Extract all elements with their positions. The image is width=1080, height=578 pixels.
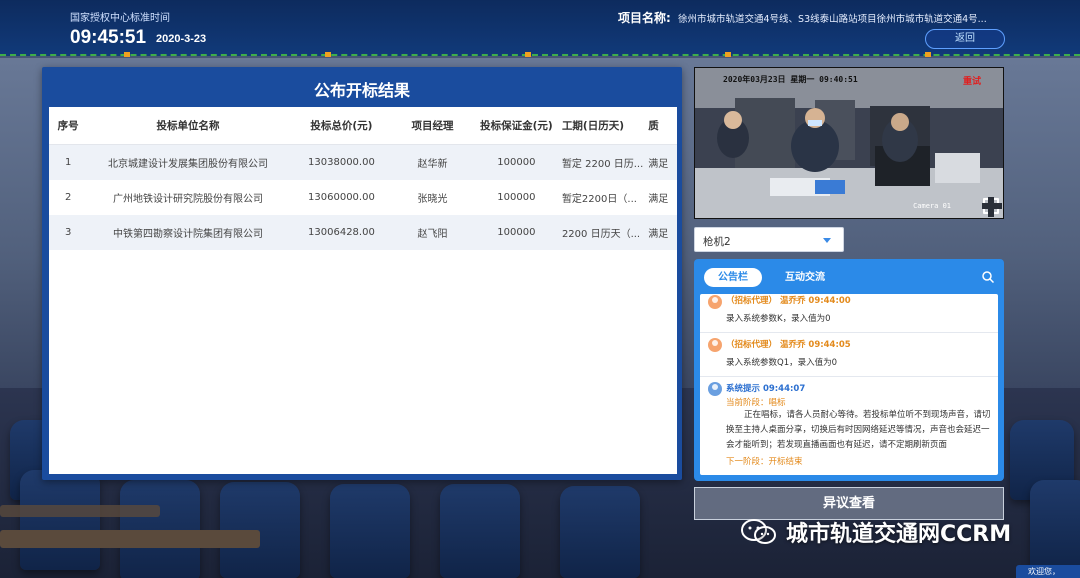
chevron-down-icon [823, 238, 831, 243]
cell-index: 2 [64, 192, 72, 203]
camera-select-value: 枪机2 [703, 236, 731, 248]
col-header-bidder: 投标单位名称 [156, 120, 220, 132]
list-item: （招标代理） 温乔乔 09:44:05 录入系统参数Q1，录入值为0 [700, 333, 998, 377]
system-notice-text: 正在唱标，请各人员耐心等待。若投标单位听不到现场声音，请切换至主持人桌面分享，切… [726, 410, 991, 450]
col-header-price: 投标总价(元) [310, 120, 373, 132]
cell-deposit: 100000 [497, 192, 536, 203]
col-header-quality: 质 [648, 120, 659, 132]
divider-marker [325, 52, 331, 57]
cell-bidder: 广州地铁设计研究院股份有限公司 [113, 194, 264, 205]
cell-price: 13006428.00 [308, 227, 375, 238]
message-text: 录入系统参数K，录入值为0 [726, 314, 831, 324]
live-video-feed[interactable]: 2020年03月23日 星期一 09:40:51 重试 Camera 01 [694, 67, 1004, 219]
clock-date: 2020-3-23 [156, 33, 207, 45]
col-header-deposit: 投标保证金(元) [480, 120, 553, 132]
current-stage: 当前阶段：唱标 [726, 398, 786, 408]
top-header: 国家授权中心标准时间 09:45:51 2020-3-23 项目名称: 徐州市城… [0, 0, 1080, 57]
back-button[interactable]: 返回 [925, 29, 1005, 49]
table-row: 1 北京城建设计发展集团股份有限公司 13038000.00 赵华新 10000… [49, 145, 677, 180]
cell-manager: 张晓光 [417, 194, 448, 205]
message-text: 录入系统参数Q1，录入值为0 [726, 358, 838, 368]
col-header-index: 序号 [57, 120, 79, 132]
header-divider [0, 54, 1080, 57]
divider-marker [525, 52, 531, 57]
cell-bidder: 中铁第四勘察设计院集团有限公司 [113, 229, 264, 240]
camera-select[interactable]: 枪机2 [694, 227, 844, 252]
project-name-value: 徐州市城市轨道交通4号线、S3线泰山路站项目徐州市城市轨道交通4号... [678, 14, 987, 25]
watermark-text: 城市轨道交通网CCRM [786, 522, 1012, 547]
table-header: 序号 投标单位名称 投标总价(元) 项目经理 投标保证金(元) 工期(日历天) … [49, 107, 677, 145]
fullscreen-icon[interactable] [982, 197, 1002, 217]
message-sender: 系统提示 09:44:07 [726, 384, 806, 394]
message-sender: （招标代理） 温乔乔 09:44:00 [726, 296, 851, 306]
cell-manager: 赵华新 [417, 159, 448, 170]
divider-marker [124, 52, 130, 57]
message-sender: （招标代理） 温乔乔 09:44:05 [726, 340, 851, 350]
video-timestamp: 2020年03月23日 星期一 09:40:51 [723, 75, 858, 84]
retry-label[interactable]: 重试 [963, 74, 981, 87]
message-list[interactable]: （招标代理） 温乔乔 09:44:00 录入系统参数K，录入值为0 （招标代理）… [700, 294, 998, 475]
cell-manager: 赵飞阳 [417, 229, 448, 240]
cell-duration: 2200 日历天（... [561, 229, 641, 240]
announcement-panel: 公告栏 互动交流 （招标代理） 温乔乔 09:44:00 录入系统参数K，录入值… [694, 259, 1004, 481]
panel-title: 公布开标结果 [313, 81, 410, 100]
wechat-icon [741, 519, 776, 544]
video-frame-image [695, 68, 1003, 218]
welcome-tab[interactable]: 欢迎您， [1016, 565, 1080, 578]
cell-quality: 满足 [648, 229, 669, 240]
project-name-label: 项目名称: [618, 11, 671, 25]
next-stage: 下一阶段：开标结束 [726, 457, 803, 467]
cell-deposit: 100000 [497, 157, 536, 168]
cell-duration: 暂定2200日（... [561, 194, 637, 205]
list-item: （招标代理） 温乔乔 09:44:00 录入系统参数K，录入值为0 [700, 294, 998, 333]
table-row: 2 广州地铁设计研究院股份有限公司 13060000.00 张晓光 100000… [49, 180, 677, 215]
col-header-duration: 工期(日历天) [561, 120, 625, 132]
bid-results-panel: 公布开标结果 序号 投标单位名称 投标总价(元) 项目经理 投标保证金(元) 工… [42, 67, 682, 480]
cell-quality: 满足 [648, 194, 669, 205]
avatar [708, 295, 722, 309]
watermark: 城市轨道交通网CCRM [740, 512, 1011, 552]
cell-duration: 暂定 2200 日历... [561, 159, 644, 170]
tab-announcements[interactable]: 公告栏 [704, 268, 762, 287]
list-item: 系统提示 09:44:07 当前阶段：唱标 正在唱标，请各人员耐心等待。若投标单… [700, 377, 998, 467]
camera-label: Camera 01 [913, 202, 951, 210]
avatar [708, 338, 722, 352]
divider-marker [925, 52, 931, 57]
time-label: 国家授权中心标准时间 [70, 13, 170, 24]
col-header-manager: 项目经理 [411, 120, 454, 132]
clock-time: 09:45:51 [70, 27, 147, 48]
cell-price: 13060000.00 [308, 192, 375, 203]
table-row: 3 中铁第四勘察设计院集团有限公司 13006428.00 赵飞阳 100000… [49, 215, 677, 250]
cell-bidder: 北京城建设计发展集团股份有限公司 [108, 159, 269, 170]
avatar [708, 382, 722, 396]
cell-deposit: 100000 [497, 227, 536, 238]
bid-results-table: 序号 投标单位名称 投标总价(元) 项目经理 投标保证金(元) 工期(日历天) … [49, 107, 677, 474]
cell-price: 13038000.00 [308, 157, 375, 168]
search-icon[interactable] [982, 271, 994, 283]
cell-quality: 满足 [648, 159, 669, 170]
cell-index: 3 [64, 227, 72, 238]
tab-interaction[interactable]: 互动交流 [778, 268, 832, 287]
divider-marker [725, 52, 731, 57]
cell-index: 1 [64, 157, 72, 168]
